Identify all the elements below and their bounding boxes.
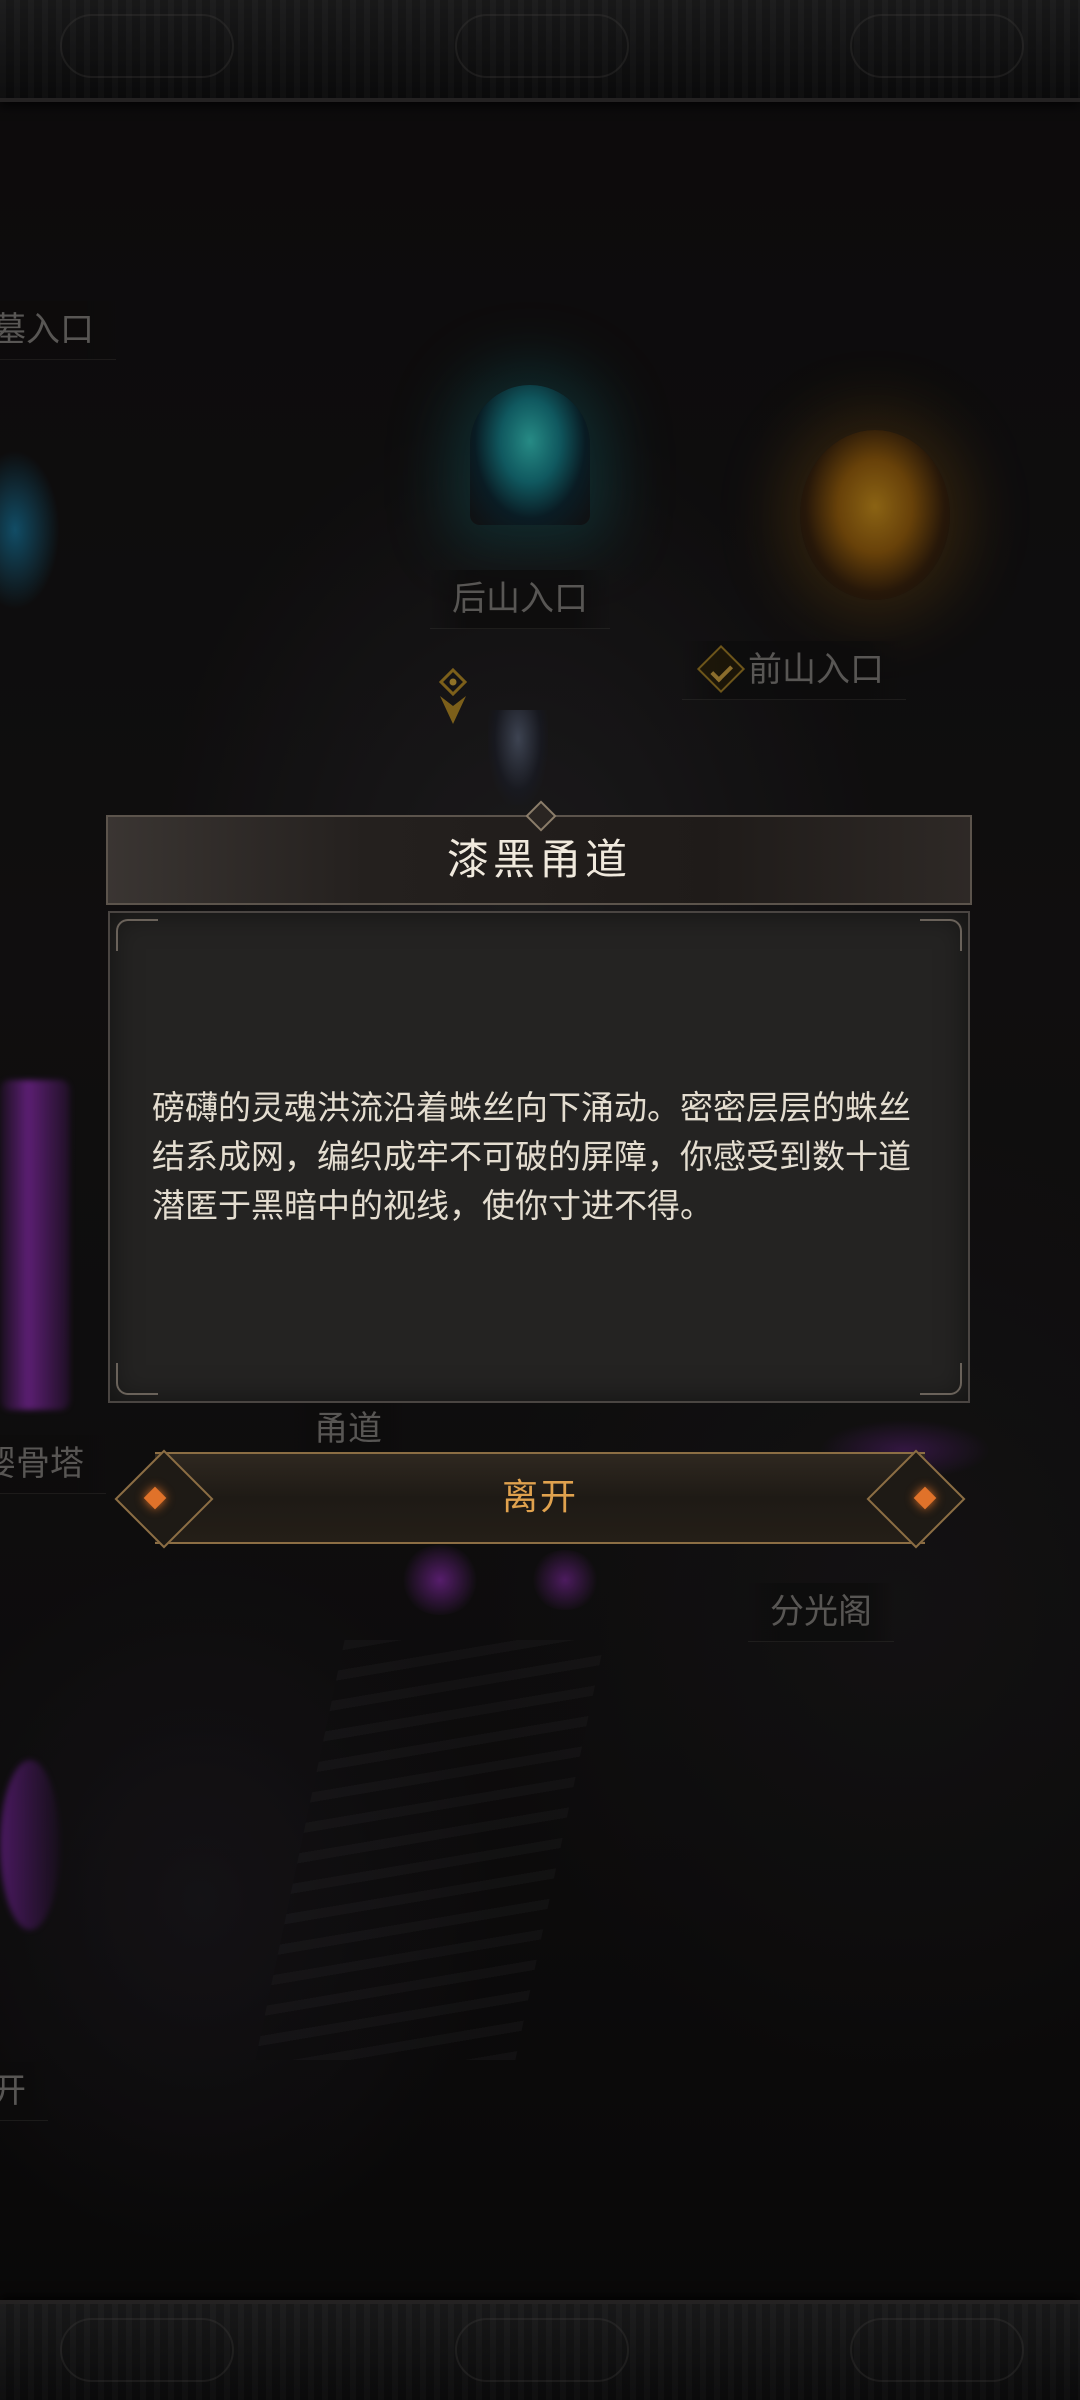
corner-ornament [116, 1363, 158, 1395]
corner-ornament [920, 1363, 962, 1395]
corner-ornament [116, 919, 158, 951]
dialog-title: 漆黑甬道 [446, 835, 631, 884]
event-dialog: 漆黑甬道 磅礴的灵魂洪流沿着蛛丝向下涌动。密密层层的蛛丝结系成网，编织成牢不可破… [106, 800, 972, 1403]
leave-button-label: 离开 [501, 1477, 578, 1518]
leave-button[interactable]: 离开 [114, 1449, 966, 1549]
game-map-screen: 墓入口 后山入口 前山入口 婴骨塔 甬道 分光阁 开 漆黑甬道 磅礴的灵魂洪流沿… [0, 0, 1080, 2400]
dialog-description: 磅礴的灵魂洪流沿着蛛丝向下涌动。密密层层的蛛丝结系成网，编织成牢不可破的屏障，你… [152, 1088, 911, 1225]
corner-ornament [920, 919, 962, 951]
dialog-body: 磅礴的灵魂洪流沿着蛛丝向下涌动。密密层层的蛛丝结系成网，编织成牢不可破的屏障，你… [108, 911, 970, 1403]
